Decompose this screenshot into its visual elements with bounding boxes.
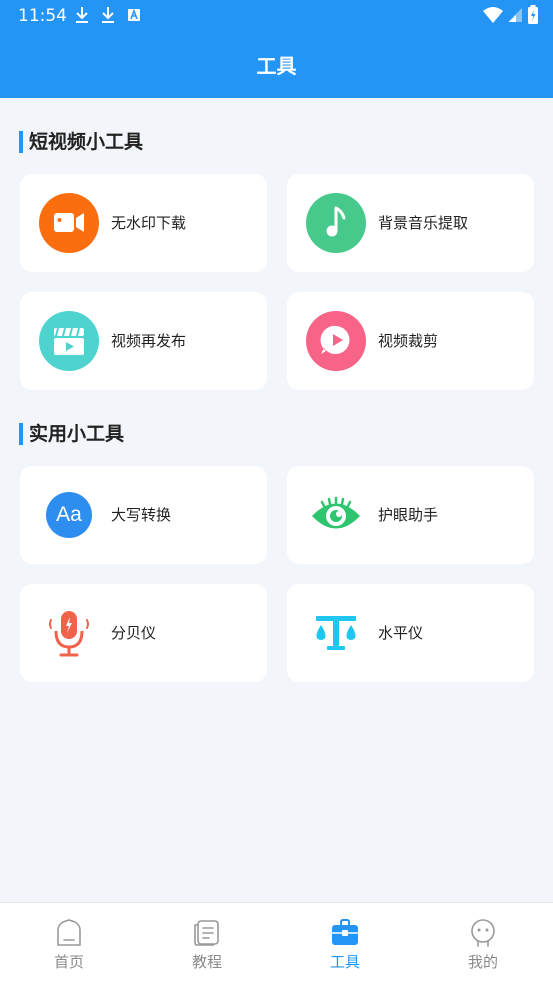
level-icon (306, 603, 366, 663)
section-title-utilities: 实用小工具 (19, 423, 124, 445)
status-bar: 11:54 (0, 0, 553, 32)
font-case-badge: Aa (46, 492, 92, 538)
play-bubble-icon (306, 311, 366, 371)
tool-label: 背景音乐提取 (378, 214, 469, 232)
book-icon (194, 920, 219, 946)
download-icon (102, 7, 114, 23)
signal-icon (508, 8, 522, 22)
tool-label: 大写转换 (111, 506, 172, 524)
tab-label: 我的 (467, 953, 498, 971)
page-title: 工具 (256, 54, 297, 78)
battery-icon (528, 5, 538, 24)
tool-card-eye-care[interactable]: 护眼助手 (287, 466, 534, 564)
music-note-icon (306, 193, 366, 253)
bottom-tab-bar: 首页 教程 工具 我的 (0, 902, 553, 984)
tool-card-no-watermark-download[interactable]: 无水印下载 (20, 174, 267, 272)
tool-card-bg-music-extract[interactable]: 背景音乐提取 (287, 174, 534, 272)
download-icon (76, 7, 88, 23)
tab-label: 工具 (329, 953, 360, 971)
tab-tutorial[interactable]: 教程 (172, 919, 242, 972)
tab-label: 教程 (191, 953, 222, 971)
wifi-icon (483, 7, 503, 23)
app-notification-icon (128, 8, 140, 21)
clapperboard-icon (39, 311, 99, 371)
tool-label: 分贝仪 (111, 624, 157, 642)
tool-card-video-repost[interactable]: 视频再发布 (20, 292, 267, 390)
tool-label: 视频裁剪 (378, 332, 439, 350)
tab-mine[interactable]: 我的 (448, 919, 518, 972)
tool-label: 护眼助手 (378, 506, 439, 524)
home-icon (57, 919, 81, 946)
status-notifications (74, 6, 142, 24)
font-case-icon: Aa (39, 485, 99, 545)
tool-label: 水平仪 (378, 624, 424, 642)
microphone-icon (39, 603, 99, 663)
tab-home[interactable]: 首页 (34, 919, 104, 972)
tool-card-decibel-meter[interactable]: 分贝仪 (20, 584, 267, 682)
tool-label: 无水印下载 (111, 214, 187, 232)
video-camera-icon (39, 193, 99, 253)
eye-icon (306, 485, 366, 545)
tool-card-video-crop[interactable]: 视频裁剪 (287, 292, 534, 390)
section-title-short-video: 短视频小工具 (19, 131, 143, 153)
app-header: 11:54 工具 (0, 0, 553, 98)
tool-card-spirit-level[interactable]: 水平仪 (287, 584, 534, 682)
toolbox-icon (332, 919, 358, 945)
tool-card-uppercase-convert[interactable]: Aa 大写转换 (20, 466, 267, 564)
status-system-icons (483, 5, 539, 25)
tool-label: 视频再发布 (111, 332, 187, 350)
tab-tools[interactable]: 工具 (310, 919, 380, 972)
status-time: 11:54 (18, 6, 67, 26)
tab-label: 首页 (53, 953, 84, 971)
profile-icon (471, 919, 495, 947)
